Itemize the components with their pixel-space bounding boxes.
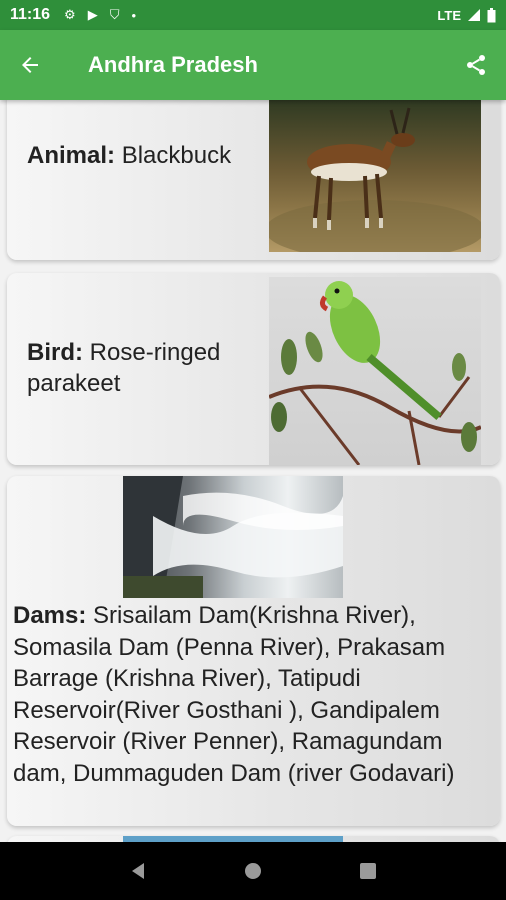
arrow-left-icon (22, 57, 38, 73)
signal-icon (468, 9, 480, 21)
play-icon: ▶ (87, 7, 98, 22)
share-icon (467, 55, 485, 75)
battery-icon (487, 7, 496, 22)
dams-label: Dams: (13, 602, 87, 629)
share-button[interactable] (446, 30, 506, 100)
nav-home-icon[interactable] (243, 861, 263, 881)
card-animal[interactable]: Animal: Blackbuck (7, 100, 500, 260)
nav-recents-icon[interactable] (358, 861, 378, 881)
network-type: LTE (437, 7, 461, 23)
dam-image (123, 476, 343, 598)
status-icons: ⚙ ▶ ⛉ • (64, 7, 136, 23)
gear-icon: ⚙ (64, 7, 76, 22)
nav-back-icon[interactable] (128, 861, 148, 881)
dot-icon: • (131, 7, 137, 23)
status-time: 11:16 (10, 6, 51, 23)
animal-text: Animal: Blackbuck (27, 140, 231, 171)
page-title: Andhra Pradesh (88, 52, 258, 77)
shield-icon: ⛉ (109, 7, 120, 22)
status-bar: 11:16 ⚙ ▶ ⛉ • LTE (0, 0, 506, 30)
dams-value: Srisailam Dam(Krishna River), Somasila D… (13, 602, 455, 787)
back-button[interactable] (0, 30, 60, 100)
card-dams[interactable]: Dams: Srisailam Dam(Krishna River), Soma… (7, 476, 500, 826)
animal-value: Blackbuck (121, 142, 232, 169)
status-right: LTE (437, 7, 496, 23)
parakeet-image (268, 277, 482, 465)
bird-label: Bird: (27, 339, 83, 366)
blackbuck-image (265, 100, 485, 260)
dams-text: Dams: Srisailam Dam(Krishna River), Soma… (13, 600, 498, 789)
bird-text: Bird: Rose-ringed parakeet (27, 337, 257, 399)
app-bar: Andhra Pradesh (0, 30, 506, 100)
animal-label: Animal: (27, 142, 116, 169)
card-bird[interactable]: Bird: Rose-ringed parakeet (7, 273, 500, 465)
content-list[interactable]: Animal: Blackbuck Bird: Rose-ringed para… (0, 100, 506, 842)
system-nav-bar (0, 842, 506, 900)
